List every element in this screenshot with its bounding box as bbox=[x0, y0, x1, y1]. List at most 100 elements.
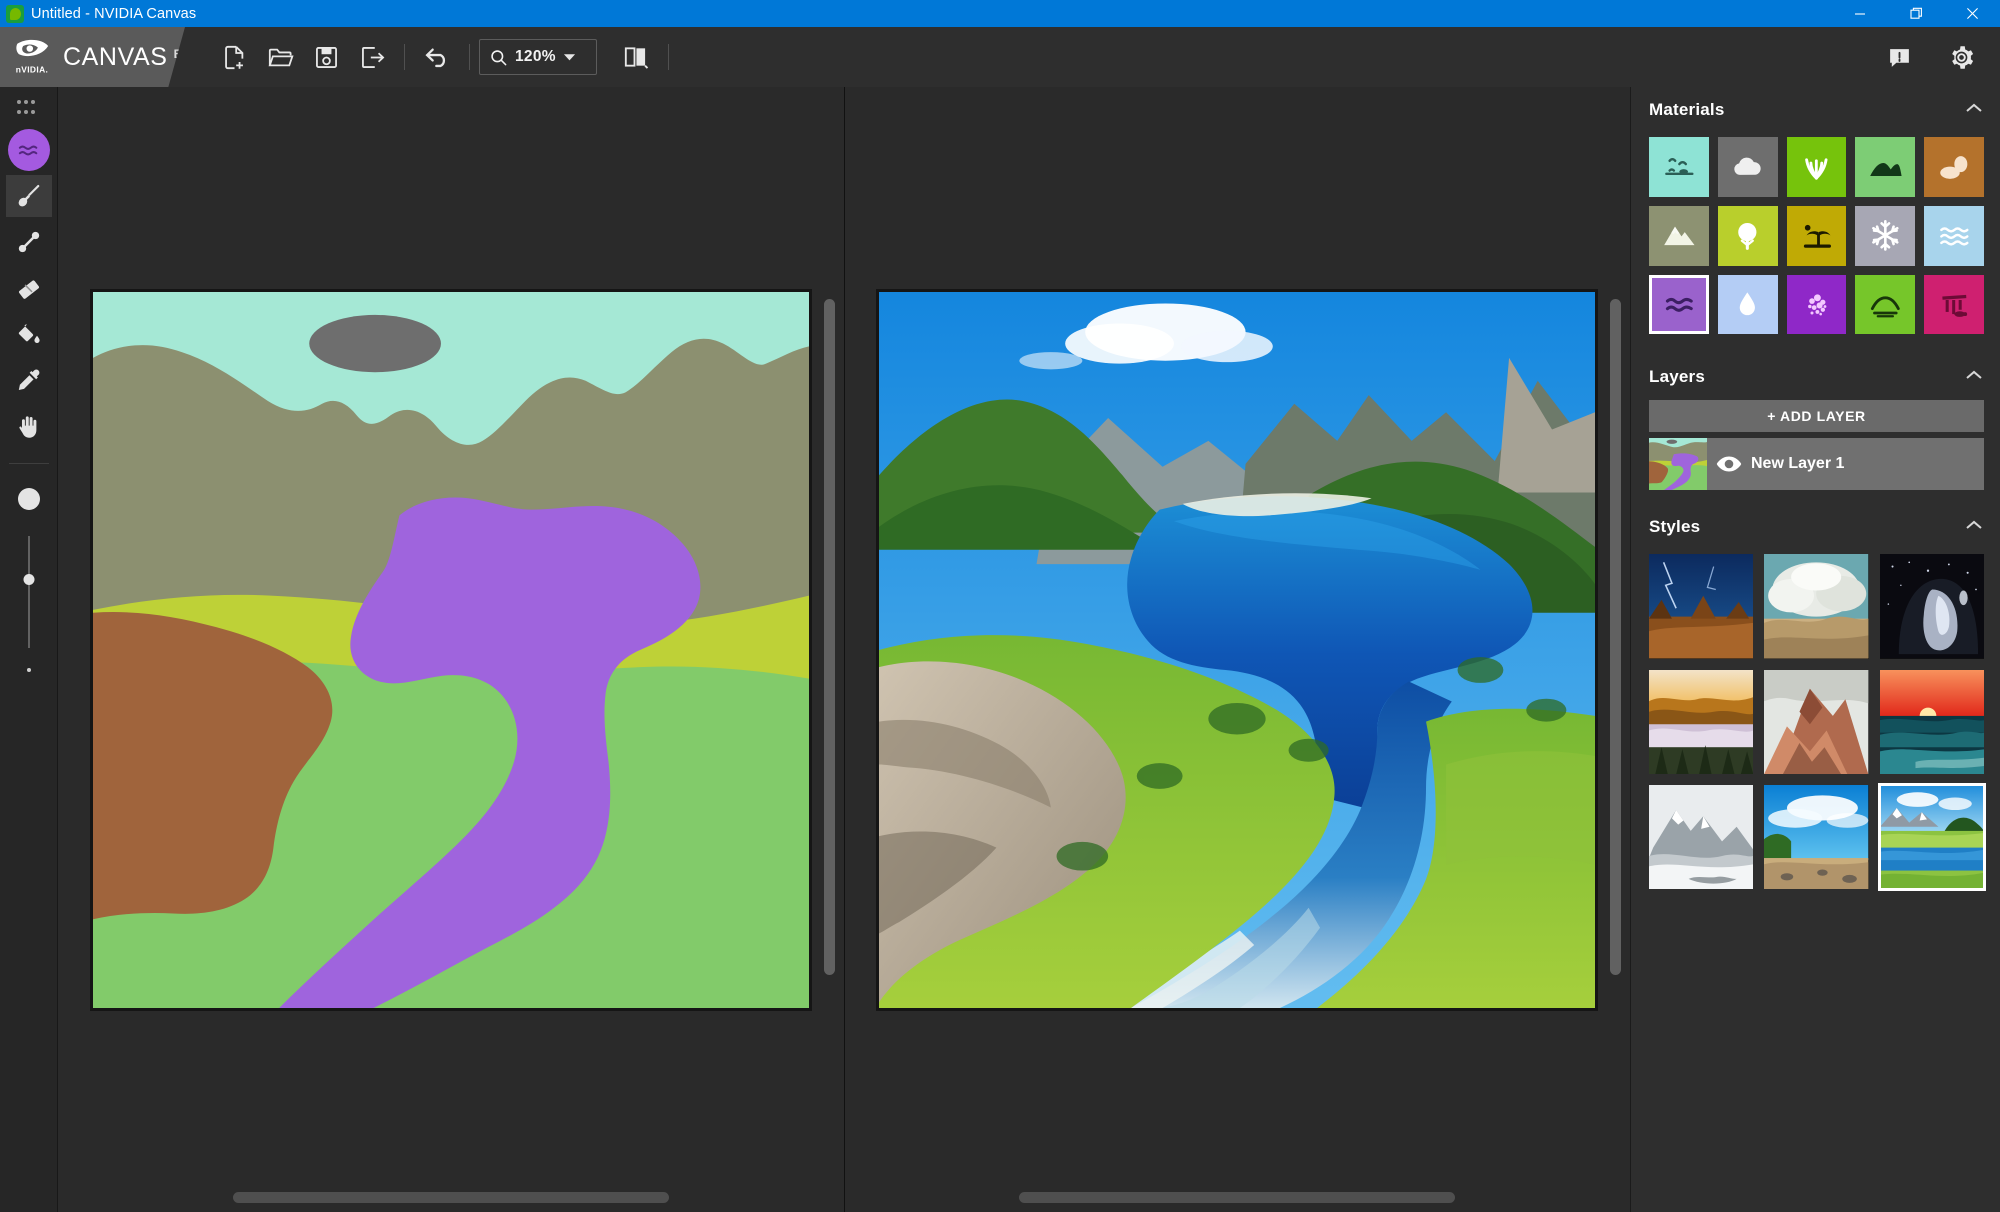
styles-collapse-chevron-up-icon[interactable] bbox=[1964, 518, 1984, 536]
rendered-canvas[interactable] bbox=[876, 288, 1599, 1011]
flower-petals-icon bbox=[1799, 287, 1834, 322]
layers-section-header[interactable]: Layers bbox=[1631, 354, 2000, 400]
nvidia-eye-logo: nVIDIA. bbox=[16, 39, 49, 74]
settings-button[interactable] bbox=[1938, 34, 1984, 80]
materials-collapse-chevron-up-icon[interactable] bbox=[1964, 101, 1984, 119]
style-golden-fog[interactable] bbox=[1649, 669, 1754, 775]
tool-eraser[interactable] bbox=[6, 267, 52, 309]
mountain-icon bbox=[1662, 218, 1697, 253]
layers-collapse-chevron-up-icon[interactable] bbox=[1964, 368, 1984, 386]
new-image-button[interactable] bbox=[211, 34, 257, 80]
restore-window-button[interactable] bbox=[1888, 0, 1944, 27]
water-waves-icon bbox=[18, 145, 37, 155]
materials-grid bbox=[1631, 133, 2000, 348]
material-snow[interactable] bbox=[1855, 205, 1916, 266]
brush-size-knob[interactable] bbox=[23, 574, 34, 585]
zoom-control[interactable]: 120% bbox=[479, 39, 597, 75]
eraser-icon bbox=[18, 280, 39, 299]
tool-eyedropper[interactable] bbox=[6, 359, 52, 401]
magnifier-icon bbox=[491, 49, 507, 65]
open-image-button[interactable] bbox=[257, 34, 303, 80]
tool-line[interactable] bbox=[6, 221, 52, 263]
save-image-button[interactable] bbox=[303, 34, 349, 80]
window-title: Untitled - NVIDIA Canvas bbox=[31, 5, 197, 22]
right-side-panel: Materials Layers + ADD LAYER New Layer 1… bbox=[1630, 87, 2000, 1212]
styles-grid bbox=[1631, 550, 2000, 903]
material-ruins[interactable] bbox=[1924, 274, 1984, 335]
grid-dots-icon[interactable] bbox=[16, 97, 42, 119]
material-sea[interactable] bbox=[1924, 205, 1984, 266]
water-waves-icon bbox=[1662, 287, 1697, 322]
rendered-horizontal-scrollbar[interactable] bbox=[1019, 1192, 1456, 1203]
water-drop-icon bbox=[1730, 287, 1765, 322]
active-material-swatch[interactable] bbox=[7, 129, 50, 171]
tool-fill[interactable] bbox=[6, 313, 52, 355]
layer-visibility-eye-icon[interactable] bbox=[1707, 455, 1751, 473]
ruins-columns-icon bbox=[1937, 287, 1972, 322]
paintbrush-icon bbox=[18, 184, 39, 207]
style-lightning-mesa[interactable] bbox=[1649, 554, 1754, 659]
rendered-canvas-pane[interactable] bbox=[843, 87, 1631, 1212]
material-tree[interactable] bbox=[1786, 205, 1847, 266]
styles-section-header[interactable]: Styles bbox=[1631, 504, 2000, 550]
layers-title: Layers bbox=[1649, 367, 1706, 387]
material-mud[interactable] bbox=[1855, 274, 1916, 335]
rendered-vertical-scrollbar[interactable] bbox=[1610, 299, 1621, 975]
paint-bucket-icon bbox=[18, 323, 40, 343]
cloud-icon bbox=[1730, 150, 1765, 185]
brush-size-slider[interactable] bbox=[16, 536, 42, 648]
export-image-button[interactable] bbox=[349, 34, 395, 80]
sea-waves-icon bbox=[1937, 218, 1972, 253]
style-night-cave[interactable] bbox=[1879, 554, 1984, 659]
svg-text:nVIDIA.: nVIDIA. bbox=[16, 64, 49, 74]
segmentation-canvas-pane[interactable] bbox=[58, 87, 844, 1212]
close-window-button[interactable] bbox=[1944, 0, 2000, 27]
toolbar-divider-1 bbox=[404, 44, 405, 70]
tool-pan[interactable] bbox=[6, 405, 52, 447]
style-red-rock-peak[interactable] bbox=[1764, 669, 1869, 775]
line-tool-icon bbox=[18, 231, 39, 253]
split-view-toggle-button[interactable] bbox=[613, 34, 659, 80]
tool-rail bbox=[0, 87, 58, 1212]
style-blue-sky-beach[interactable] bbox=[1764, 785, 1869, 890]
layer-name-label: New Layer 1 bbox=[1751, 455, 1845, 473]
style-ocean-sunset[interactable] bbox=[1879, 669, 1984, 775]
segmentation-canvas[interactable] bbox=[89, 288, 812, 1011]
brand-name: CANVAS bbox=[63, 42, 168, 71]
material-flower[interactable] bbox=[1786, 274, 1847, 335]
undo-button[interactable] bbox=[414, 34, 460, 80]
material-water-drop[interactable] bbox=[1717, 274, 1778, 335]
material-sky[interactable] bbox=[1649, 137, 1709, 197]
material-bush[interactable] bbox=[1717, 205, 1778, 266]
material-hill[interactable] bbox=[1855, 137, 1916, 197]
zoom-level-value: 120% bbox=[515, 48, 556, 65]
bush-icon bbox=[1730, 218, 1765, 253]
feedback-button[interactable] bbox=[1876, 34, 1922, 80]
minimize-window-button[interactable] bbox=[1832, 0, 1888, 27]
material-water[interactable] bbox=[1649, 274, 1709, 335]
rocks-sand-icon bbox=[1937, 150, 1972, 185]
mud-mound-icon bbox=[1868, 287, 1903, 322]
nvidia-canvas-app-icon bbox=[6, 4, 24, 23]
grass-blades-icon bbox=[1799, 150, 1834, 185]
rendered-artwork bbox=[879, 291, 1596, 1008]
material-mountain[interactable] bbox=[1649, 205, 1709, 266]
style-alpine-lake[interactable] bbox=[1877, 783, 1987, 892]
rail-divider bbox=[8, 463, 49, 464]
gear-icon bbox=[1951, 45, 1973, 69]
style-billowing-clouds[interactable] bbox=[1764, 554, 1869, 659]
chevron-down-icon[interactable] bbox=[563, 52, 576, 62]
segmentation-horizontal-scrollbar[interactable] bbox=[232, 1192, 669, 1203]
tool-paintbrush[interactable] bbox=[5, 175, 52, 217]
hand-pan-icon bbox=[19, 415, 37, 438]
style-monochrome-peaks[interactable] bbox=[1649, 785, 1754, 890]
brand-beta-tag: BETA bbox=[173, 46, 208, 61]
material-sand[interactable] bbox=[1924, 137, 1984, 197]
snowflake-icon bbox=[1868, 218, 1903, 253]
segmentation-vertical-scrollbar[interactable] bbox=[823, 299, 835, 975]
layer-item[interactable]: New Layer 1 bbox=[1649, 438, 1984, 491]
material-cloud[interactable] bbox=[1717, 137, 1778, 197]
materials-section-header[interactable]: Materials bbox=[1631, 87, 2000, 133]
material-grass[interactable] bbox=[1786, 137, 1847, 197]
add-layer-button[interactable]: + ADD LAYER bbox=[1649, 400, 1984, 433]
